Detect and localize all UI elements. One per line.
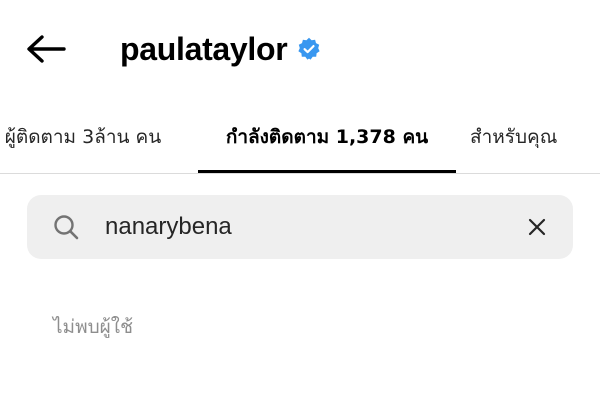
profile-username: paulataylor <box>120 26 321 72</box>
clear-search-button[interactable] <box>521 211 553 243</box>
search-icon <box>53 214 79 240</box>
username-text: paulataylor <box>120 31 288 67</box>
tab-followers[interactable]: ผู้ติดตาม 3ล้าน คน <box>0 100 182 174</box>
close-icon <box>528 218 546 236</box>
back-button[interactable] <box>20 26 72 72</box>
tab-following-label: กำลังติดตาม 1,378 คน <box>225 126 429 148</box>
no-results-message: ไม่พบผู้ใช้ <box>53 316 133 338</box>
tab-bar: ผู้ติดตาม 3ล้าน คน กำลังติดตาม 1,378 คน … <box>0 100 600 174</box>
arrow-left-icon <box>27 35 66 63</box>
search-bar[interactable] <box>27 195 573 259</box>
tab-followers-label: ผู้ติดตาม 3ล้าน คน <box>4 126 162 148</box>
tab-following[interactable]: กำลังติดตาม 1,378 คน <box>198 100 456 174</box>
active-tab-indicator <box>198 170 456 173</box>
tab-for-you[interactable]: สำหรับคุณ <box>470 100 600 174</box>
header: paulataylor <box>0 0 600 100</box>
verified-badge-icon <box>297 37 321 61</box>
tab-for-you-label: สำหรับคุณ <box>470 126 558 148</box>
search-input[interactable] <box>105 205 505 249</box>
following-list-screen: paulataylor ผู้ติดตาม 3ล้าน คน กำลังติดต… <box>0 0 600 416</box>
